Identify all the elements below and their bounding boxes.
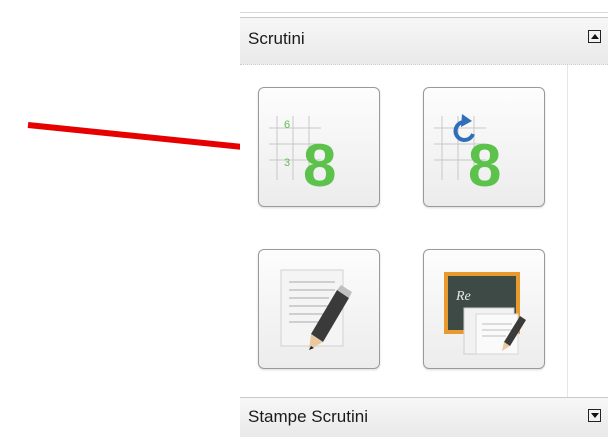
board-text: Re <box>455 289 471 304</box>
collapse-up-icon[interactable] <box>588 30 601 43</box>
panel-top-edge <box>240 0 608 13</box>
big-digit-8: 8 <box>303 132 336 199</box>
small-digit-3: 3 <box>284 157 290 169</box>
big-digit-8: 8 <box>468 132 501 199</box>
section-header-scrutini[interactable]: Scrutini <box>240 17 608 65</box>
small-digit-6: 6 <box>284 119 290 131</box>
divider <box>567 65 568 397</box>
tile-refresh-grades[interactable]: 8 <box>423 87 545 207</box>
notes-pencil-icon <box>280 269 352 350</box>
scrutini-panel: Scrutini 6 3 8 8 Re Stampe Scrutini <box>240 0 608 437</box>
tile-grades-grid[interactable]: 6 3 8 <box>258 87 380 207</box>
section-title: Stampe Scrutini <box>248 407 368 426</box>
tile-notes-pencil[interactable] <box>258 249 380 369</box>
grades-grid-icon: 6 3 8 <box>269 116 336 199</box>
section-header-stampe-scrutini[interactable]: Stampe Scrutini <box>240 397 608 437</box>
blackboard-report-icon: Re <box>444 272 526 355</box>
tile-blackboard-report[interactable]: Re <box>423 249 545 369</box>
section-title: Scrutini <box>248 29 305 48</box>
refresh-grades-icon: 8 <box>434 114 501 199</box>
expand-down-icon[interactable] <box>588 409 601 422</box>
